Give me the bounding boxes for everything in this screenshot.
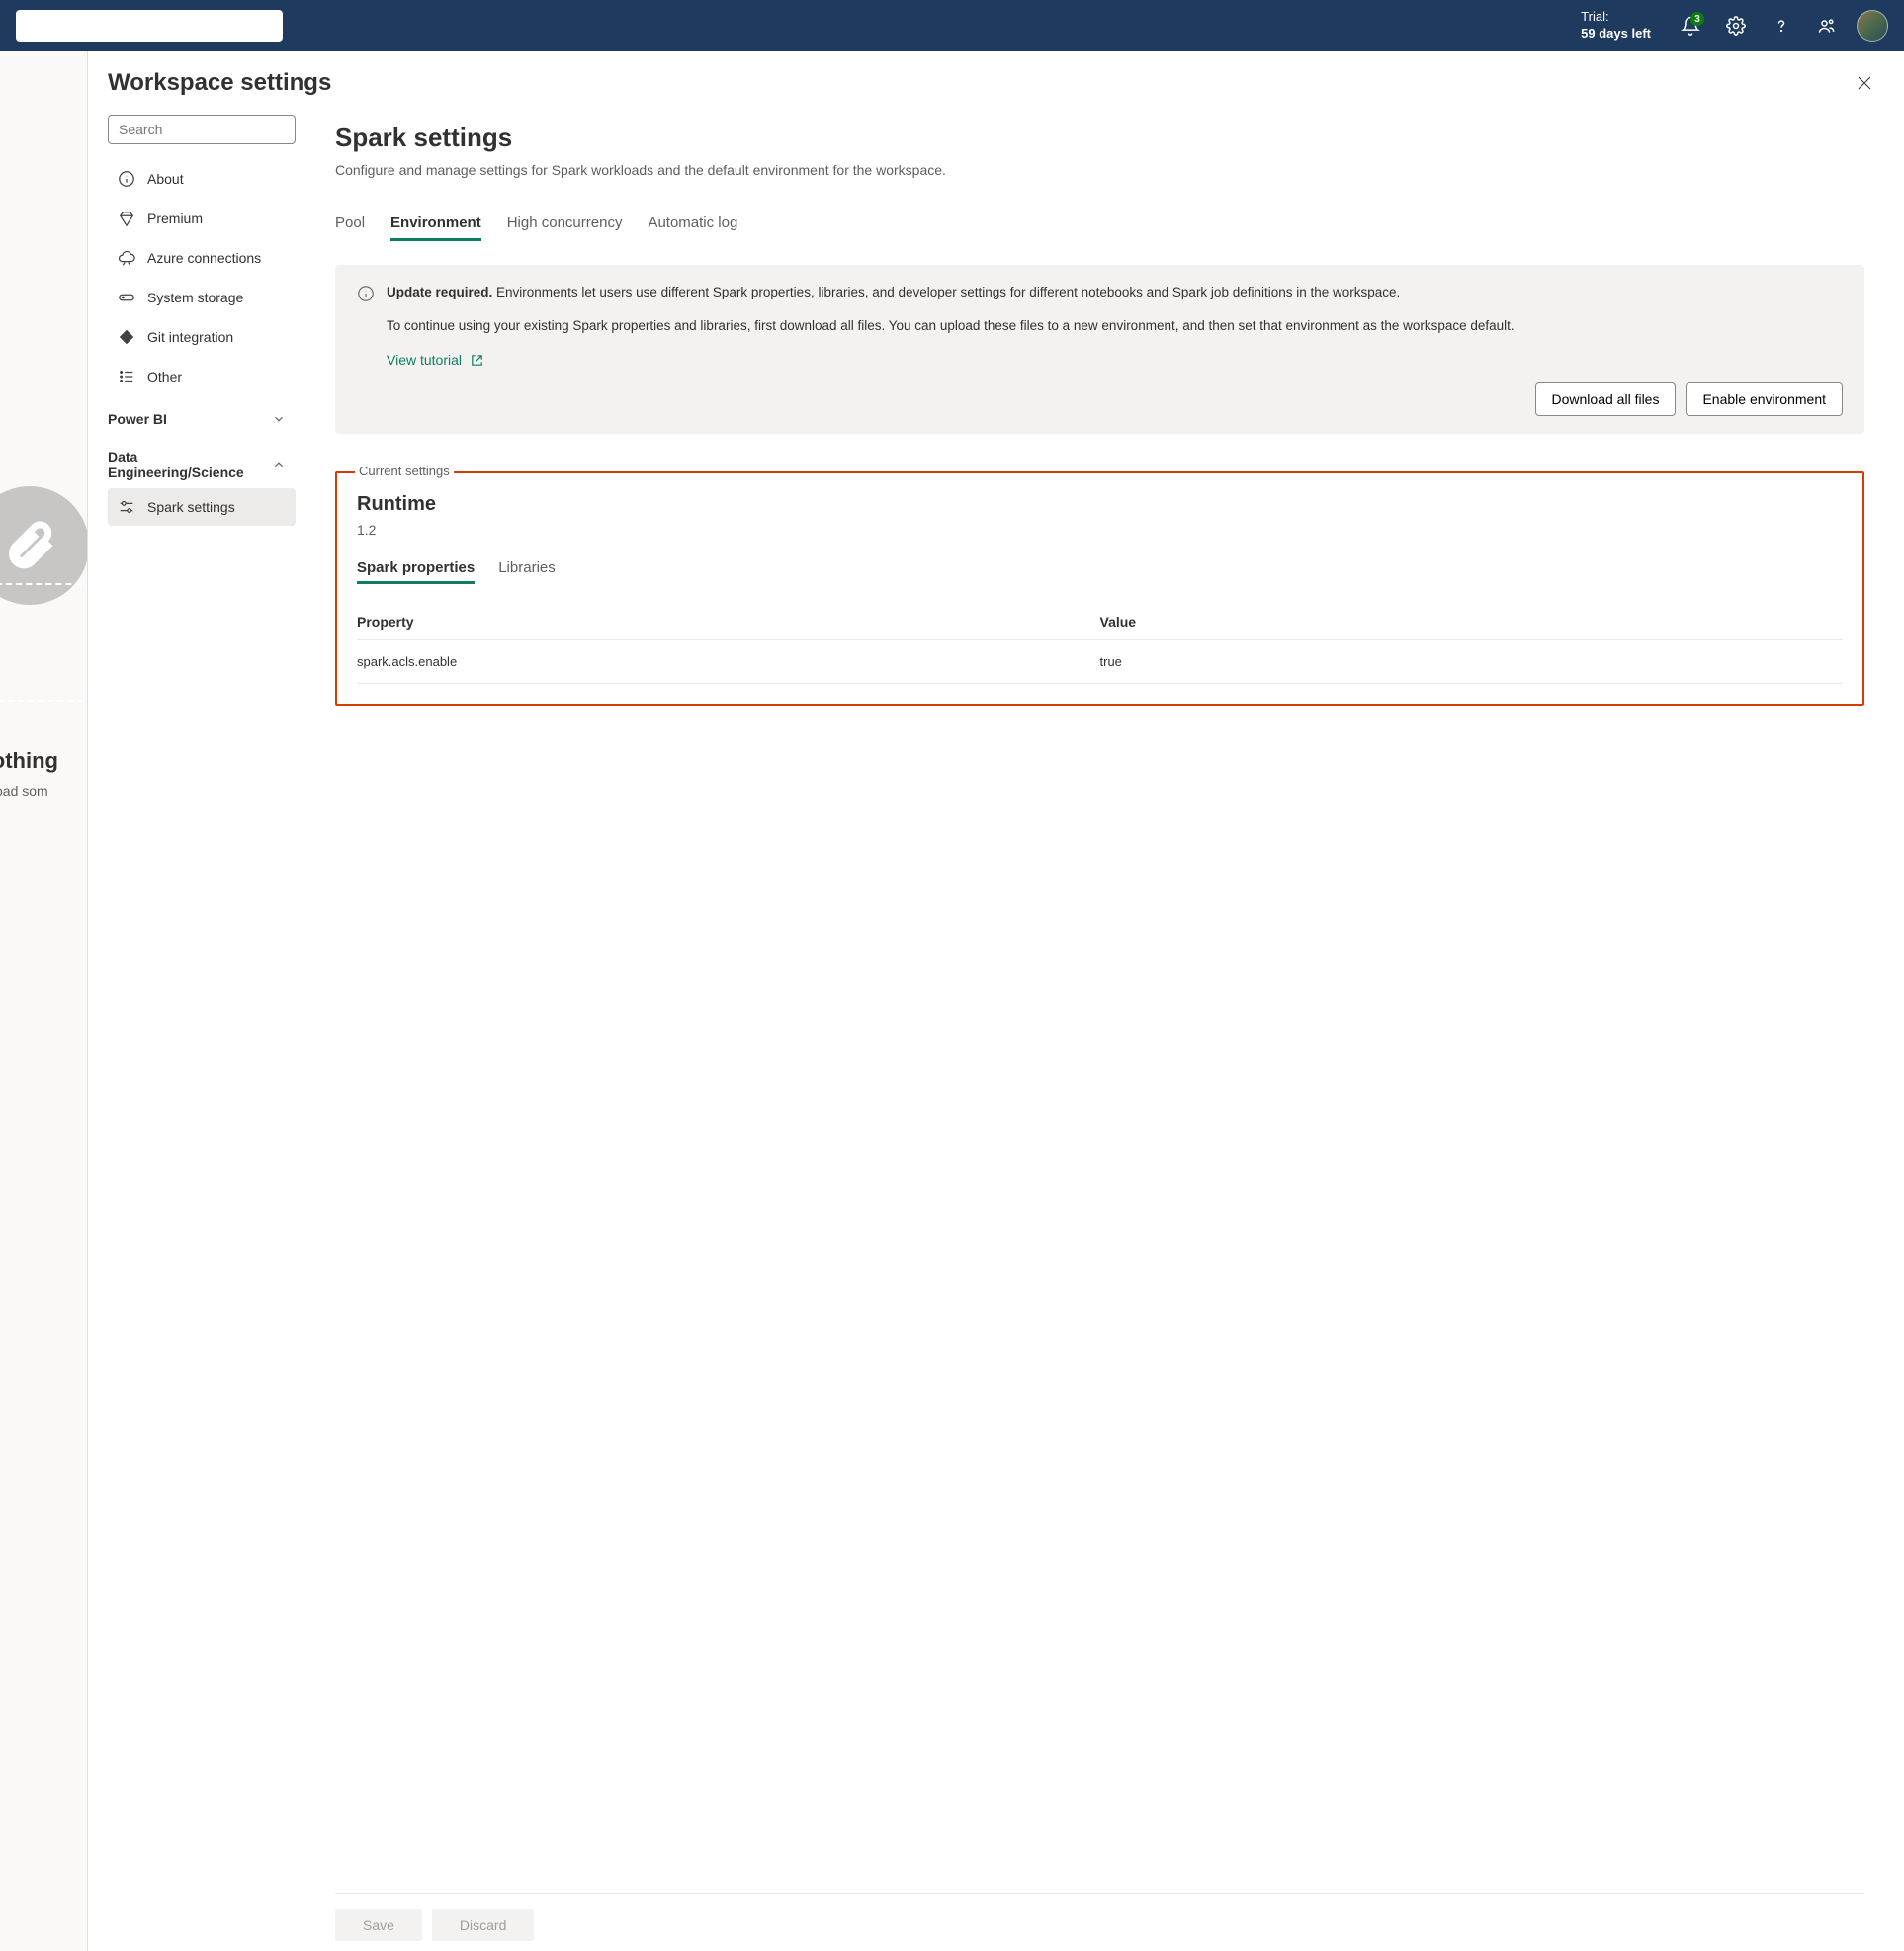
sidebar-item-label: Azure connections	[147, 250, 261, 266]
background-page: s nothing or upload som	[0, 51, 88, 1951]
global-search-input[interactable]	[16, 10, 283, 42]
sidebar-item-azure[interactable]: Azure connections	[108, 239, 296, 277]
sidebar-item-storage[interactable]: System storage	[108, 279, 296, 316]
sidebar-item-label: Other	[147, 369, 182, 384]
notifications-button[interactable]: 3	[1675, 10, 1706, 42]
chevron-up-icon	[272, 458, 286, 471]
sliders-icon	[118, 498, 135, 516]
storage-icon	[118, 289, 135, 306]
view-tutorial-link[interactable]: View tutorial	[387, 350, 1515, 371]
sidebar-item-label: System storage	[147, 290, 243, 305]
close-icon	[1857, 75, 1872, 91]
info-icon	[118, 170, 135, 188]
tabs: Pool Environment High concurrency Automa…	[335, 209, 1864, 241]
chevron-down-icon	[272, 412, 286, 426]
sidebar-search[interactable]	[108, 115, 296, 144]
settings-sidebar: About Premium Azure connections System s…	[88, 105, 305, 1951]
col-property: Property	[357, 604, 1100, 640]
sub-tab-libraries[interactable]: Libraries	[498, 559, 556, 584]
runtime-version: 1.2	[357, 522, 1843, 538]
sidebar-item-label: Spark settings	[147, 499, 235, 515]
people-icon	[1817, 16, 1837, 36]
sub-tab-spark-properties[interactable]: Spark properties	[357, 559, 475, 584]
avatar[interactable]	[1857, 10, 1888, 42]
col-value: Value	[1100, 604, 1844, 640]
close-button[interactable]	[1853, 71, 1876, 95]
sidebar-item-other[interactable]: Other	[108, 358, 296, 395]
discard-button[interactable]: Discard	[432, 1909, 534, 1941]
sidebar-item-premium[interactable]: Premium	[108, 200, 296, 237]
trial-status: Trial: 59 days left	[1581, 9, 1651, 42]
sidebar-item-spark-settings[interactable]: Spark settings	[108, 488, 296, 526]
enable-environment-button[interactable]: Enable environment	[1686, 382, 1843, 416]
runtime-tabs: Spark properties Libraries	[357, 559, 1843, 584]
content-description: Configure and manage settings for Spark …	[335, 161, 948, 181]
sidebar-item-git[interactable]: Git integration	[108, 318, 296, 356]
panel-title: Workspace settings	[108, 69, 331, 97]
help-icon	[1772, 16, 1791, 36]
table-row: spark.acls.enable true	[357, 640, 1843, 684]
tab-pool[interactable]: Pool	[335, 209, 365, 241]
runtime-heading: Runtime	[357, 493, 1843, 516]
sidebar-item-label: Premium	[147, 211, 203, 226]
sidebar-group-data-eng[interactable]: Data Engineering/Science	[108, 435, 296, 486]
footer-actions: Save Discard	[335, 1893, 1864, 1941]
tab-high-concurrency[interactable]: High concurrency	[507, 209, 623, 241]
settings-button[interactable]	[1720, 10, 1752, 42]
list-icon	[118, 368, 135, 385]
tab-environment[interactable]: Environment	[390, 209, 481, 241]
info-icon	[357, 285, 375, 302]
cloud-icon	[118, 249, 135, 267]
topbar: Trial: 59 days left 3	[0, 0, 1904, 51]
tab-automatic-log[interactable]: Automatic log	[648, 209, 737, 241]
sidebar-item-label: About	[147, 171, 184, 187]
feedback-button[interactable]	[1811, 10, 1843, 42]
content-heading: Spark settings	[335, 123, 1864, 153]
git-icon	[118, 328, 135, 346]
content-area: Spark settings Configure and manage sett…	[305, 105, 1904, 1951]
settings-panel: Workspace settings About Premium Azure	[88, 51, 1904, 1951]
notification-badge: 3	[1690, 12, 1704, 26]
external-link-icon	[470, 353, 484, 368]
sidebar-group-powerbi[interactable]: Power BI	[108, 397, 296, 433]
sidebar-item-label: Git integration	[147, 329, 233, 345]
save-button[interactable]: Save	[335, 1909, 422, 1941]
current-settings-label: Current settings	[355, 464, 454, 478]
diamond-icon	[118, 210, 135, 227]
help-button[interactable]	[1766, 10, 1797, 42]
sidebar-search-input[interactable]	[119, 122, 298, 137]
update-required-info: Update required. Environments let users …	[335, 265, 1864, 435]
runtime-section: Runtime 1.2 Spark properties Libraries P…	[335, 471, 1864, 706]
sidebar-item-about[interactable]: About	[108, 160, 296, 198]
properties-table: Property Value spark.acls.enable true	[357, 604, 1843, 684]
gear-icon	[1726, 16, 1746, 36]
download-all-files-button[interactable]: Download all files	[1535, 382, 1677, 416]
